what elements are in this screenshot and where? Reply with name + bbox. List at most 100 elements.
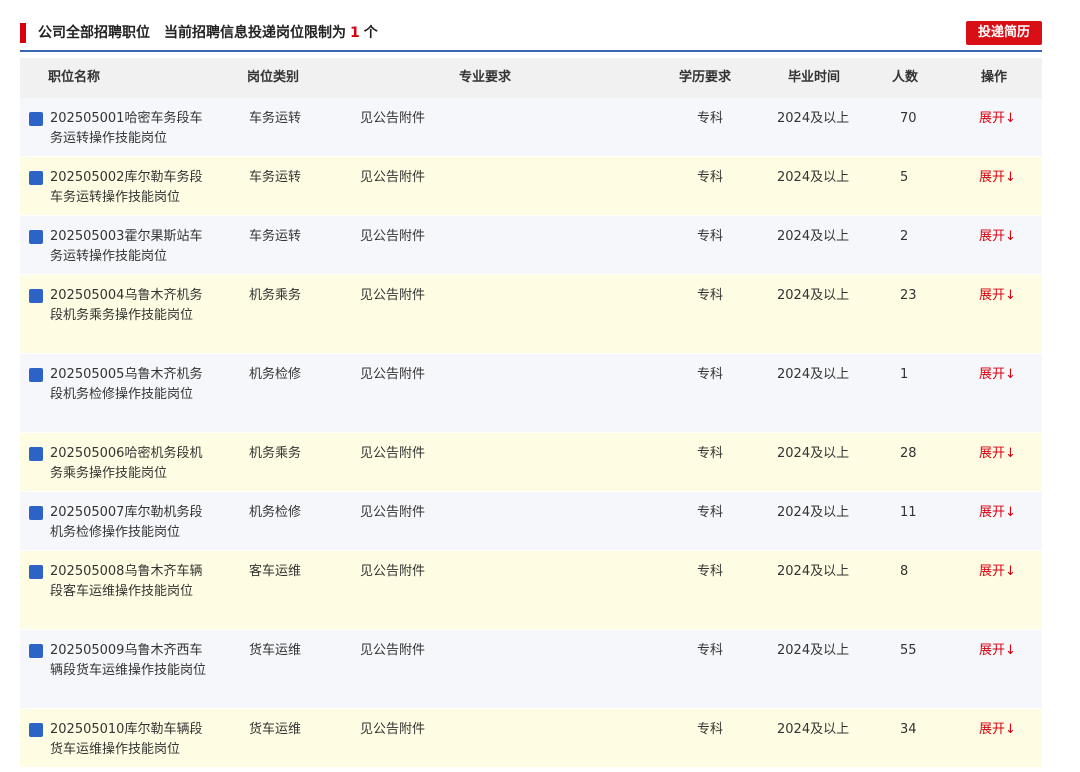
job-education: 专科 [697, 722, 724, 737]
job-major: 见公告附件 [360, 722, 426, 737]
expand-link[interactable]: 展开↓ [979, 503, 1016, 523]
job-name: 202505008乌鲁木齐车辆段客车运维操作技能岗位 [50, 564, 203, 599]
table-row: 202505006哈密机务段机务乘务操作技能岗位 机务乘务 见公告附件 专科 2… [20, 433, 1042, 492]
job-category: 车务运转 [249, 229, 302, 244]
table-row: 202505007库尔勒机务段机务检修操作技能岗位 机务检修 见公告附件 专科 … [20, 492, 1042, 551]
table-row: 202505001哈密车务段车务运转操作技能岗位 车务运转 见公告附件 专科 2… [20, 98, 1042, 157]
column-header-action: 操作 [981, 70, 1008, 85]
table-row: 202505009乌鲁木齐西车辆段货车运维操作技能岗位 货车运维 见公告附件 专… [20, 630, 1042, 709]
job-category: 车务运转 [249, 111, 302, 126]
job-major: 见公告附件 [360, 170, 426, 185]
table-row: 202505005乌鲁木齐机务段机务检修操作技能岗位 机务检修 见公告附件 专科… [20, 354, 1042, 433]
job-education: 专科 [697, 288, 724, 303]
select-checkbox-icon[interactable] [29, 644, 43, 658]
job-major: 见公告附件 [360, 505, 426, 520]
job-category: 货车运维 [249, 643, 302, 658]
job-count: 23 [900, 288, 917, 303]
limit-number: 1 [350, 25, 360, 41]
expand-link[interactable]: 展开↓ [979, 720, 1016, 740]
expand-link[interactable]: 展开↓ [979, 168, 1016, 188]
select-checkbox-icon[interactable] [29, 506, 43, 520]
select-checkbox-icon[interactable] [29, 723, 43, 737]
table-row: 202505002库尔勒车务段车务运转操作技能岗位 车务运转 见公告附件 专科 … [20, 157, 1042, 216]
column-header-major: 专业要求 [459, 70, 512, 85]
job-count: 34 [900, 722, 917, 737]
select-checkbox-icon[interactable] [29, 230, 43, 244]
job-name: 202505007库尔勒机务段机务检修操作技能岗位 [50, 505, 203, 540]
table-row: 202505010库尔勒车辆段货车运维操作技能岗位 货车运维 见公告附件 专科 … [20, 709, 1042, 768]
expand-link[interactable]: 展开↓ [979, 227, 1016, 247]
select-checkbox-icon[interactable] [29, 565, 43, 579]
page-title: 公司全部招聘职位 当前招聘信息投递岗位限制为 1 个 [38, 23, 378, 43]
job-name: 202505003霍尔果斯站车务运转操作技能岗位 [50, 229, 203, 264]
job-major: 见公告附件 [360, 229, 426, 244]
job-graduation: 2024及以上 [777, 564, 850, 579]
job-graduation: 2024及以上 [777, 288, 850, 303]
job-graduation: 2024及以上 [777, 367, 850, 382]
job-major: 见公告附件 [360, 564, 426, 579]
job-name: 202505002库尔勒车务段车务运转操作技能岗位 [50, 170, 203, 205]
job-graduation: 2024及以上 [777, 643, 850, 658]
select-checkbox-icon[interactable] [29, 368, 43, 382]
job-graduation: 2024及以上 [777, 111, 850, 126]
job-major: 见公告附件 [360, 111, 426, 126]
expand-link[interactable]: 展开↓ [979, 444, 1016, 464]
column-header-graduation: 毕业时间 [788, 70, 841, 85]
select-checkbox-icon[interactable] [29, 289, 43, 303]
job-count: 2 [900, 229, 909, 244]
title-marker-icon [20, 23, 26, 43]
job-education: 专科 [697, 643, 724, 658]
table-row: 202505003霍尔果斯站车务运转操作技能岗位 车务运转 见公告附件 专科 2… [20, 216, 1042, 275]
column-header-category: 岗位类别 [247, 70, 300, 85]
job-graduation: 2024及以上 [777, 722, 850, 737]
expand-link[interactable]: 展开↓ [979, 286, 1016, 306]
job-category: 机务检修 [249, 367, 302, 382]
job-graduation: 2024及以上 [777, 505, 850, 520]
table-row: 202505004乌鲁木齐机务段机务乘务操作技能岗位 机务乘务 见公告附件 专科… [20, 275, 1042, 354]
table-header: 职位名称 岗位类别 专业要求 学历要求 毕业时间 人数 操作 [20, 58, 1042, 98]
expand-link[interactable]: 展开↓ [979, 641, 1016, 661]
job-category: 车务运转 [249, 170, 302, 185]
expand-link[interactable]: 展开↓ [979, 109, 1016, 129]
job-major: 见公告附件 [360, 643, 426, 658]
job-category: 机务乘务 [249, 288, 302, 303]
select-checkbox-icon[interactable] [29, 171, 43, 185]
job-table: 职位名称 岗位类别 专业要求 学历要求 毕业时间 人数 操作 202505001… [20, 58, 1042, 768]
job-education: 专科 [697, 505, 724, 520]
job-major: 见公告附件 [360, 367, 426, 382]
job-education: 专科 [697, 229, 724, 244]
job-graduation: 2024及以上 [777, 170, 850, 185]
expand-link[interactable]: 展开↓ [979, 365, 1016, 385]
column-header-count: 人数 [892, 70, 919, 85]
job-education: 专科 [697, 446, 724, 461]
job-name: 202505006哈密机务段机务乘务操作技能岗位 [50, 446, 203, 481]
job-name: 202505004乌鲁木齐机务段机务乘务操作技能岗位 [50, 288, 203, 323]
column-header-name: 职位名称 [48, 70, 101, 85]
job-category: 机务检修 [249, 505, 302, 520]
job-graduation: 2024及以上 [777, 446, 850, 461]
job-graduation: 2024及以上 [777, 229, 850, 244]
job-category: 客车运维 [249, 564, 302, 579]
job-count: 55 [900, 643, 917, 658]
job-count: 5 [900, 170, 909, 185]
select-checkbox-icon[interactable] [29, 112, 43, 126]
job-education: 专科 [697, 367, 724, 382]
job-education: 专科 [697, 170, 724, 185]
submit-resume-button[interactable]: 投递简历 [966, 21, 1042, 45]
column-header-education: 学历要求 [679, 70, 732, 85]
job-category: 货车运维 [249, 722, 302, 737]
job-count: 28 [900, 446, 917, 461]
job-category: 机务乘务 [249, 446, 302, 461]
section-header: 公司全部招聘职位 当前招聘信息投递岗位限制为 1 个 投递简历 [20, 20, 1042, 52]
title-prefix: 公司全部招聘职位 [38, 25, 150, 41]
select-checkbox-icon[interactable] [29, 447, 43, 461]
table-row: 202505008乌鲁木齐车辆段客车运维操作技能岗位 客车运维 见公告附件 专科… [20, 551, 1042, 630]
limit-text-before: 当前招聘信息投递岗位限制为 [164, 25, 346, 41]
job-major: 见公告附件 [360, 288, 426, 303]
job-major: 见公告附件 [360, 446, 426, 461]
expand-link[interactable]: 展开↓ [979, 562, 1016, 582]
job-name: 202505001哈密车务段车务运转操作技能岗位 [50, 111, 203, 146]
job-count: 8 [900, 564, 909, 579]
job-name: 202505005乌鲁木齐机务段机务检修操作技能岗位 [50, 367, 203, 402]
job-count: 1 [900, 367, 909, 382]
